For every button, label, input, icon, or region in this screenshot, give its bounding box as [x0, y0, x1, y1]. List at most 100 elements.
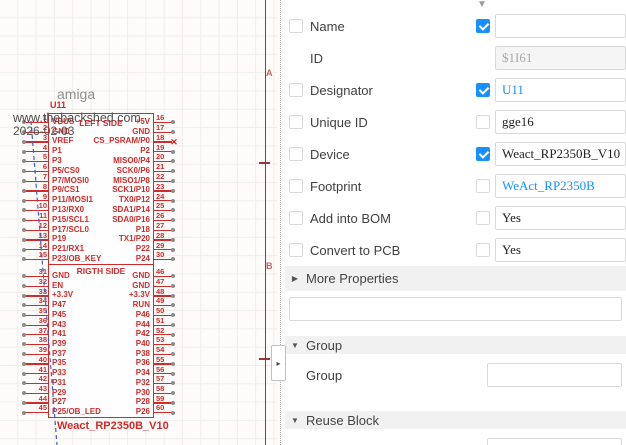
- pin-row: 43 P29 P30 ✕ 58: [49, 388, 153, 398]
- property-input[interactable]: Yes: [495, 206, 626, 230]
- property-select-checkbox[interactable]: [289, 83, 303, 97]
- schematic-note-date[interactable]: 2026-02-03: [13, 124, 74, 138]
- pin-dot-left[interactable]: [22, 323, 26, 327]
- property-input[interactable]: Weact_RP2350B_V10: [495, 142, 626, 166]
- panel-collapse-handle[interactable]: ▸: [271, 345, 286, 381]
- scroll-up-arrow-icon[interactable]: ▼: [477, 0, 487, 10]
- pin-name-right: P18: [136, 226, 150, 234]
- property-input[interactable]: Yes: [495, 238, 626, 262]
- property-visibility-checkbox[interactable]: [476, 19, 490, 33]
- pin-dot-left[interactable]: [22, 411, 26, 415]
- pin-dot-left[interactable]: [22, 294, 26, 298]
- pin-name-right: SDA1/P14: [112, 206, 150, 214]
- section-header[interactable]: ▼ Group: [285, 336, 626, 354]
- pin-number-left: 8: [32, 183, 47, 191]
- pin-name-left: P43: [52, 321, 66, 329]
- pin-name-right: P28: [136, 398, 150, 406]
- pin-dot-left[interactable]: [22, 391, 26, 395]
- more-properties-header[interactable]: ▶ More Properties: [285, 266, 626, 291]
- pin-dot-left[interactable]: [22, 313, 26, 317]
- schematic-canvas[interactable]: A B amiga www.thebackshed.com 2026-02-03…: [0, 0, 277, 445]
- pin-row: 15 P23/OB_KEY P24 ✕ 30: [49, 254, 153, 264]
- property-select-checkbox[interactable]: [289, 19, 303, 33]
- pin-dot-left[interactable]: [22, 179, 26, 183]
- collapse-triangle-icon: ▼: [290, 416, 300, 425]
- property-input[interactable]: $1I61: [495, 46, 626, 70]
- pin-number-right: 28: [156, 232, 172, 240]
- pin-name-left: P11/MOSI1: [52, 196, 93, 204]
- section-header[interactable]: ▼ Reuse Block: [285, 411, 626, 429]
- pin-name-left: P7/MOSI0: [52, 177, 89, 185]
- property-select-checkbox[interactable]: [289, 179, 303, 193]
- pin-dot-left[interactable]: [22, 257, 26, 261]
- schematic-note-url[interactable]: www.thebackshed.com: [13, 111, 141, 125]
- section-field-input[interactable]: [487, 363, 622, 387]
- pin-number-left: 6: [32, 163, 47, 171]
- property-row: Footprint WeAct_RP2350B: [285, 170, 626, 202]
- pin-number-right: 60: [156, 404, 172, 412]
- pin-dot-left[interactable]: [22, 401, 26, 405]
- pin-name-right: P36: [136, 359, 150, 367]
- pin-row: 38 P39 P40 ✕ 53: [49, 339, 153, 349]
- section-field-input[interactable]: [487, 438, 622, 445]
- pin-name-left: P9/CS1: [52, 186, 80, 194]
- pin-dot-left[interactable]: [22, 274, 26, 278]
- pin-dot-left[interactable]: [22, 140, 26, 144]
- component-rp2350b-symbol[interactable]: LEFT SIDE RIGTH SIDE 1 VBUS +5V ✕ 16 2: [48, 113, 154, 418]
- property-visibility-checkbox[interactable]: [476, 83, 490, 97]
- pin-number-right: 57: [156, 375, 172, 383]
- pin-number-left: 15: [32, 251, 47, 259]
- pin-dot-left[interactable]: [22, 150, 26, 154]
- property-visibility-checkbox[interactable]: [476, 243, 490, 257]
- pin-row: 34 P47 RUN ✕ 49: [49, 300, 153, 310]
- pin-dot-left[interactable]: [22, 372, 26, 376]
- pin-dot-left[interactable]: [22, 238, 26, 242]
- property-visibility-checkbox[interactable]: [476, 147, 490, 161]
- pin-name-right: P42: [136, 330, 150, 338]
- pin-dot-left[interactable]: [22, 228, 26, 232]
- pin-name-right: P26: [136, 408, 150, 416]
- pin-number-right: 51: [156, 317, 172, 325]
- component-device-label[interactable]: Weact_RP2350B_V10: [57, 420, 169, 432]
- property-visibility-checkbox[interactable]: [476, 179, 490, 193]
- property-label: Footprint: [310, 179, 476, 194]
- pin-dot-left[interactable]: [22, 208, 26, 212]
- property-select-checkbox[interactable]: [289, 147, 303, 161]
- pin-dot-left[interactable]: [22, 362, 26, 366]
- pin-dot-left[interactable]: [22, 352, 26, 356]
- property-input[interactable]: [495, 14, 626, 38]
- property-label: Device: [310, 147, 476, 162]
- pin-dot-left[interactable]: [22, 381, 26, 385]
- pin-dot-left[interactable]: [22, 342, 26, 346]
- pin-dot-left[interactable]: [22, 333, 26, 337]
- property-select-checkbox[interactable]: [289, 243, 303, 257]
- pin-row: 35 P45 P46 ✕ 50: [49, 310, 153, 320]
- pin-dot-left[interactable]: [22, 169, 26, 173]
- pin-dot-left[interactable]: [22, 189, 26, 193]
- pin-number-right: 27: [156, 222, 172, 230]
- property-row: Designator U11: [285, 74, 626, 106]
- pin-name-right: SCK1/P10: [112, 186, 150, 194]
- pin-dot-left[interactable]: [22, 159, 26, 163]
- property-input[interactable]: gge16: [495, 110, 626, 134]
- pin-name-left: P27: [52, 398, 66, 406]
- pin-dot-left[interactable]: [22, 218, 26, 222]
- property-input[interactable]: WeAct_RP2350B: [495, 174, 626, 198]
- schematic-note-title[interactable]: amiga: [57, 86, 95, 102]
- pin-dot-left[interactable]: [22, 248, 26, 252]
- pin-number-left: 33: [32, 288, 47, 296]
- property-select-checkbox[interactable]: [289, 115, 303, 129]
- property-select-checkbox[interactable]: [289, 211, 303, 225]
- more-properties-input[interactable]: [289, 297, 622, 321]
- pin-dot-left[interactable]: [22, 284, 26, 288]
- property-label: Add into BOM: [310, 211, 476, 226]
- pin-dot-left[interactable]: [22, 199, 26, 203]
- property-input[interactable]: U11: [495, 78, 626, 102]
- property-visibility-checkbox[interactable]: [476, 211, 490, 225]
- pin-dot-left[interactable]: [22, 303, 26, 307]
- property-visibility-checkbox[interactable]: [476, 115, 490, 129]
- pin-number-right: 48: [156, 288, 172, 296]
- pin-row: 40 P35 P36 ✕ 55: [49, 359, 153, 369]
- property-row: Device Weact_RP2350B_V10: [285, 138, 626, 170]
- property-rows: Name ID $1I61 Designator U11: [285, 0, 626, 266]
